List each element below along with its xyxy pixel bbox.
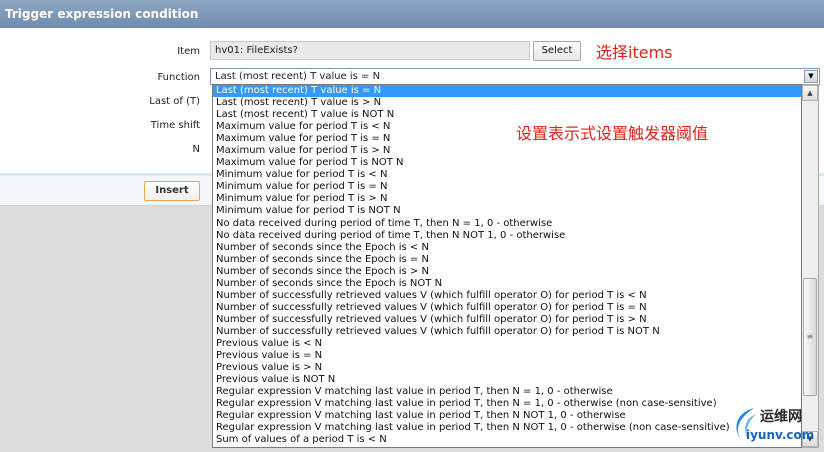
function-label: Function [157,72,200,83]
dropdown-option[interactable]: Minimum value for period T is = N [213,181,801,193]
dropdown-option[interactable]: Minimum value for period T is > N [213,193,801,205]
dropdown-option[interactable]: Maximum value for period T is = N [213,133,801,145]
dropdown-option[interactable]: Maximum value for period T is NOT N [213,157,801,169]
dropdown-option[interactable]: Previous value is = N [213,350,801,362]
scrollbar-thumb[interactable]: ≡ [803,278,817,396]
annotation-select-items: 选择items [596,43,673,62]
function-select-value: Last (most recent) T value is = N [215,71,381,82]
dropdown-option[interactable]: Last (most recent) T value is NOT N [213,109,801,121]
dropdown-option[interactable]: Regular expression V matching last value… [213,410,801,422]
dropdown-option[interactable]: Number of successfully retrieved values … [213,302,801,314]
dropdown-option[interactable]: Maximum value for period T is < N [213,121,801,133]
dropdown-option[interactable]: Number of successfully retrieved values … [213,326,801,338]
dropdown-option[interactable]: Previous value is > N [213,362,801,374]
scroll-up-icon[interactable]: ▲ [802,85,818,101]
item-field: hv01: FileExists? [210,41,530,60]
dropdown-option[interactable]: Number of seconds since the Epoch is < N [213,242,801,254]
dropdown-option[interactable]: Number of successfully retrieved values … [213,314,801,326]
dropdown-option[interactable]: No data received during period of time T… [213,230,801,242]
dropdown-option[interactable]: Previous value is < N [213,338,801,350]
select-button[interactable]: Select [533,41,581,61]
chevron-down-icon[interactable]: ▼ [804,70,818,83]
watermark-cn: 运维网 [760,409,802,425]
function-select[interactable]: Last (most recent) T value is = N ▼ [210,68,820,85]
dropdown-option[interactable]: Number of seconds since the Epoch is > N [213,266,801,278]
dropdown-option[interactable]: Previous value is NOT N [213,374,801,386]
item-label: Item [177,46,200,57]
time-shift-label: Time shift [150,120,200,131]
annotation-set-threshold: 设置表示式设置触发器阈值 [516,124,709,143]
dropdown-option[interactable]: Minimum value for period T is NOT N [213,205,801,217]
dropdown-scrollbar[interactable]: ▲ ≡ ▼ [802,84,819,448]
dialog-title: Trigger expression condition [0,0,824,28]
dropdown-option[interactable]: Regular expression V matching last value… [213,386,801,398]
dropdown-option[interactable]: Regular expression V matching last value… [213,422,801,434]
n-label: N [192,144,200,155]
watermark-en: iyunv.com [746,428,815,442]
dropdown-option[interactable]: Last (most recent) T value is = N [213,85,801,98]
function-dropdown-list[interactable]: Last (most recent) T value is = N Last (m… [212,84,802,448]
dropdown-option[interactable]: Minimum value for period T is < N [213,169,801,181]
dropdown-option[interactable]: Number of seconds since the Epoch is = N [213,254,801,266]
dropdown-option[interactable]: Regular expression V matching last value… [213,398,801,410]
dropdown-option[interactable]: Maximum value for period T is > N [213,145,801,157]
dropdown-option[interactable]: Number of seconds since the Epoch is NOT… [213,278,801,290]
watermark: 运维网 iyunv.com [728,402,822,448]
dropdown-option[interactable]: Number of successfully retrieved values … [213,290,801,302]
dropdown-option[interactable]: Sum of values of a period T is < N [213,434,801,446]
last-of-label: Last of (T) [149,96,200,107]
dropdown-option[interactable]: No data received during period of time T… [213,218,801,230]
insert-button[interactable]: Insert [144,181,200,201]
dropdown-option[interactable]: Last (most recent) T value is > N [213,97,801,109]
